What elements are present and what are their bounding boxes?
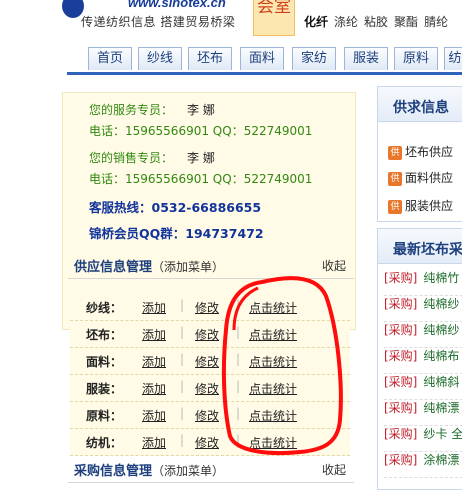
supply-row-fabric: 面料： 添加 | 修改 | 点击统计 — [70, 348, 350, 375]
supply-row-greige: 坯布： 添加 | 修改 | 点击统计 — [70, 321, 350, 348]
purchase-collapse-link[interactable]: 收起 — [322, 461, 346, 478]
stats-link[interactable]: 点击统计 — [249, 380, 297, 397]
stats-link[interactable]: 点击统计 — [249, 299, 297, 316]
stats-link[interactable]: 点击统计 — [249, 326, 297, 343]
hotline: 客服热线：0532-66886655 — [89, 200, 262, 215]
add-link[interactable]: 添加 — [142, 380, 166, 397]
edit-link[interactable]: 修改 — [195, 326, 219, 343]
latest-item[interactable]: [采购] 纯棉斜 — [384, 373, 462, 400]
purchase-title: 采购信息管理 — [74, 464, 153, 479]
latest-item[interactable]: [采购] 纱卡 全 — [384, 425, 462, 452]
nav-tab-yarn[interactable]: 纱线 — [138, 47, 182, 70]
main-nav: 首页 纱线 坯布 面料 家纺 服装 原料 纺 — [67, 44, 462, 75]
category-link[interactable]: 涤纶 — [334, 15, 358, 29]
nav-tab-raw[interactable]: 原料 — [394, 47, 438, 70]
right-sidebar: 供求信息 供坯布供应 供面料供应 供服装供应 最新坯布采 [采购] 纯棉竹 [采购… — [377, 80, 462, 490]
edit-link[interactable]: 修改 — [195, 380, 219, 397]
category-link[interactable]: 腈纶 — [424, 15, 448, 29]
edit-link[interactable]: 修改 — [195, 407, 219, 424]
supply-menu-table: 纱线： 添加 | 修改 | 点击统计 坯布： 添加 | 修改 | 点击统计 面料… — [70, 294, 350, 456]
supply-icon: 供 — [388, 145, 402, 160]
latest-purchase-box: 最新坯布采 [采购] 纯棉竹 [采购] 纯棉纱 [采购] 纯棉纱 [采购] 纯棉布 [采… — [377, 228, 462, 490]
supply-collapse-link[interactable]: 收起 — [322, 257, 346, 274]
supply-info-box: 供求信息 供坯布供应 供面料供应 供服装供应 — [377, 86, 462, 222]
category-link[interactable]: 粘胶 — [364, 15, 388, 29]
stats-link[interactable]: 点击统计 — [249, 353, 297, 370]
edit-link[interactable]: 修改 — [195, 434, 219, 451]
latest-item[interactable]: [采购] 纯棉布 — [384, 347, 462, 374]
nav-tab-apparel[interactable]: 服装 — [344, 47, 388, 70]
supply-row-raw: 原料： 添加 | 修改 | 点击统计 — [70, 402, 350, 429]
add-link[interactable]: 添加 — [142, 353, 166, 370]
stats-link[interactable]: 点击统计 — [249, 434, 297, 451]
category-link[interactable]: 化纤 — [304, 15, 328, 29]
site-banner: www.sinotex.cn 传递纺织信息 搭建贸易桥梁 会室 化纤 涤纶 粘胶 聚酯… — [0, 0, 462, 44]
latest-item[interactable]: [采购] 纯棉纱 — [384, 295, 462, 322]
supply-info-title: 供求信息 — [393, 100, 449, 116]
purchase-section-header: 采购信息管理（添加菜单） 收起 — [68, 456, 354, 483]
edit-link[interactable]: 修改 — [195, 353, 219, 370]
supply-row-machinery: 纺机： 添加 | 修改 | 点击统计 — [70, 429, 350, 456]
nav-tab-fabric[interactable]: 面料 — [240, 47, 284, 70]
supply-icon: 供 — [388, 171, 402, 186]
qq-group: 锦桥会员QQ群：194737472 — [89, 226, 264, 241]
member-panel: 您的服务专员：李 娜 电话：15965566901 QQ：522749001 您… — [62, 80, 360, 483]
site-slogan: 传递纺织信息 搭建贸易桥梁 — [81, 15, 236, 29]
latest-item[interactable]: [采购] 纯棉竹 — [384, 269, 462, 296]
service-phone: 电话：15965566901 QQ：522749001 — [89, 124, 313, 138]
add-link[interactable]: 添加 — [142, 299, 166, 316]
latest-item[interactable]: [采购] 纯棉纱 — [384, 321, 462, 348]
sales-rep: 您的销售专员：李 娜 — [89, 151, 215, 165]
service-rep: 您的服务专员：李 娜 — [89, 103, 215, 117]
latest-item[interactable]: [采购] 纯棉漂 — [384, 399, 462, 426]
supply-add-menu[interactable]: （添加菜单） — [152, 260, 224, 274]
nav-tab-home-textile[interactable]: 家纺 — [292, 47, 336, 70]
add-link[interactable]: 添加 — [142, 326, 166, 343]
supply-row-yarn: 纱线： 添加 | 修改 | 点击统计 — [70, 294, 350, 321]
stats-link[interactable]: 点击统计 — [249, 407, 297, 424]
supply-row-apparel: 服装： 添加 | 修改 | 点击统计 — [70, 375, 350, 402]
category-link[interactable]: 聚酯 — [394, 15, 418, 29]
supply-icon: 供 — [388, 199, 402, 214]
meeting-room-badge[interactable]: 会室 — [253, 0, 295, 36]
supply-section-header: 供应信息管理（添加菜单） 收起 — [68, 252, 354, 279]
add-link[interactable]: 添加 — [142, 407, 166, 424]
nav-tab-greige[interactable]: 坯布 — [188, 47, 232, 70]
nav-tab-home[interactable]: 首页 — [88, 47, 132, 70]
latest-item[interactable]: [采购] 涂棉漂 — [384, 451, 462, 478]
nav-tab-machinery[interactable]: 纺 — [444, 47, 462, 70]
site-url[interactable]: www.sinotex.cn — [128, 0, 226, 10]
sales-phone: 电话：15965566901 QQ：522749001 — [89, 172, 313, 186]
supply-info-item[interactable]: 供面料供应 — [388, 169, 453, 186]
category-links: 化纤 涤纶 粘胶 聚酯 腈纶 — [304, 13, 454, 30]
supply-info-item[interactable]: 供坯布供应 — [388, 143, 453, 160]
edit-link[interactable]: 修改 — [195, 299, 219, 316]
supply-title: 供应信息管理 — [74, 260, 153, 275]
supply-info-item[interactable]: 供服装供应 — [388, 197, 453, 214]
latest-purchase-title: 最新坯布采 — [393, 242, 462, 258]
add-link[interactable]: 添加 — [142, 434, 166, 451]
